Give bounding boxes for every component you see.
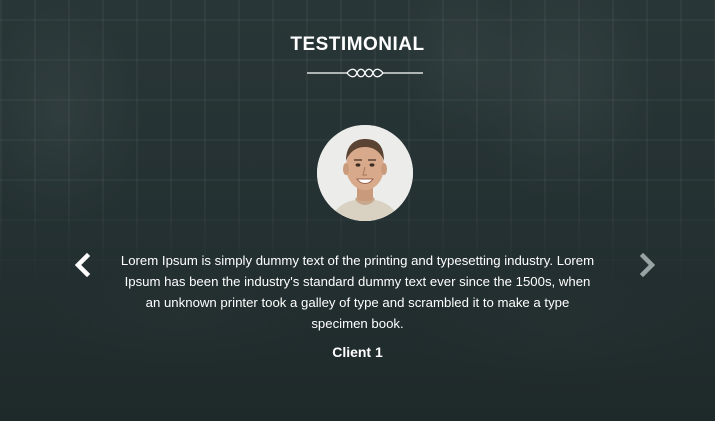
chevron-left-icon[interactable] [72,253,94,277]
ornamental-divider-icon [307,68,423,78]
section-title: TESTIMONIAL [290,34,425,55]
client-avatar [317,125,413,221]
chevron-right-icon[interactable] [636,253,658,277]
client-name: Client 1 [332,344,383,360]
testimonial-quote: Lorem Ipsum is simply dummy text of the … [120,253,595,331]
